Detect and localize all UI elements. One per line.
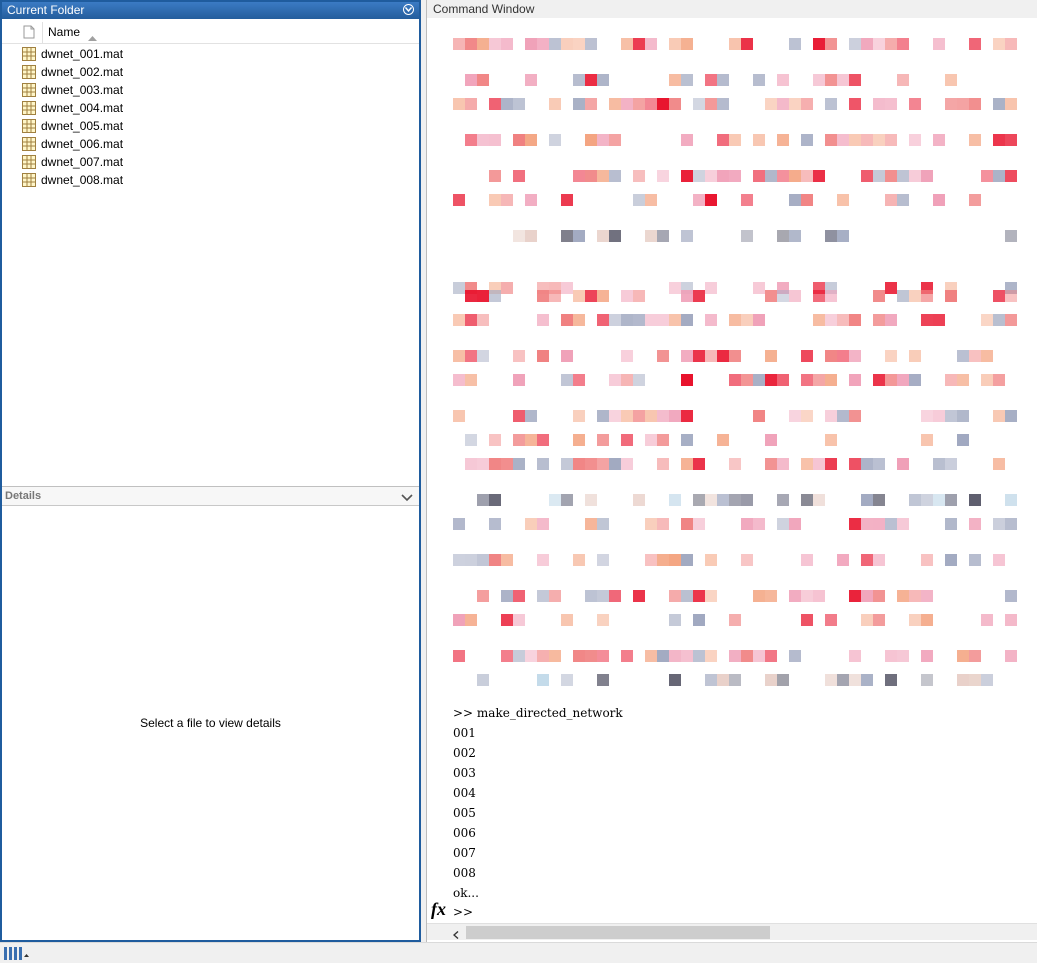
file-name: dwnet_007.mat — [41, 155, 124, 169]
current-folder-panel: Current Folder Name dwnet_001.mat dwnet_0… — [0, 0, 421, 942]
mat-file-icon — [22, 65, 36, 79]
mat-file-icon — [22, 47, 36, 61]
horizontal-scrollbar[interactable] — [427, 923, 1037, 940]
file-row[interactable]: dwnet_001.mat — [2, 46, 419, 64]
circle-chevron-down-icon[interactable] — [403, 4, 414, 15]
file-type-column-icon — [23, 25, 35, 42]
file-name: dwnet_006.mat — [41, 137, 124, 151]
file-row[interactable]: dwnet_006.mat — [2, 136, 419, 154]
function-browser-icon[interactable]: fx — [431, 900, 446, 918]
mat-file-icon — [22, 155, 36, 169]
layout-icon[interactable] — [4, 947, 30, 963]
pixelated-output-image — [453, 38, 1017, 686]
details-header[interactable]: Details — [2, 486, 419, 506]
chevron-down-icon[interactable] — [401, 491, 413, 505]
output-line: 002 — [453, 746, 476, 760]
command-window-header: Command Window — [427, 0, 1037, 18]
current-folder-header: Current Folder — [2, 2, 419, 19]
mat-file-icon — [22, 101, 36, 115]
file-row[interactable]: dwnet_007.mat — [2, 154, 419, 172]
status-bar — [0, 942, 1037, 963]
file-name: dwnet_004.mat — [41, 101, 124, 115]
scroll-left-arrow-icon[interactable] — [452, 928, 459, 942]
output-line: 001 — [453, 726, 476, 740]
output-line: 004 — [453, 786, 476, 800]
file-row[interactable]: dwnet_002.mat — [2, 64, 419, 82]
command-window-panel: Command Window >> make_directed_network … — [426, 0, 1037, 942]
file-list: dwnet_001.mat dwnet_002.mat dwnet_003.matd… — [2, 46, 419, 190]
details-title: Details — [5, 490, 42, 502]
file-name: dwnet_005.mat — [41, 119, 124, 133]
mat-file-icon — [22, 173, 36, 187]
file-row[interactable]: dwnet_008.mat — [2, 172, 419, 190]
output-line: 008 — [453, 866, 476, 880]
command-prompt[interactable]: >> — [453, 905, 473, 919]
output-line: ok... — [453, 886, 479, 900]
mat-file-icon — [22, 137, 36, 151]
sort-ascending-icon — [88, 30, 97, 44]
mat-file-icon — [22, 83, 36, 97]
file-row[interactable]: dwnet_005.mat — [2, 118, 419, 136]
column-separator[interactable] — [42, 22, 43, 43]
file-name: dwnet_003.mat — [41, 83, 124, 97]
file-list-column-header[interactable]: Name — [2, 22, 419, 44]
file-name: dwnet_008.mat — [41, 173, 124, 187]
current-folder-title: Current Folder — [7, 3, 85, 17]
scrollbar-thumb[interactable] — [466, 926, 770, 939]
mat-file-icon — [22, 119, 36, 133]
file-name: dwnet_002.mat — [41, 65, 124, 79]
file-row[interactable]: dwnet_003.mat — [2, 82, 419, 100]
output-line: 003 — [453, 766, 476, 780]
name-column-header[interactable]: Name — [48, 25, 80, 40]
command-line: >> make_directed_network — [453, 706, 623, 720]
details-empty-message: Select a file to view details — [140, 716, 281, 730]
file-row[interactable]: dwnet_004.mat — [2, 100, 419, 118]
command-window-title: Command Window — [433, 2, 535, 16]
output-line: 005 — [453, 806, 476, 820]
file-name: dwnet_001.mat — [41, 47, 124, 61]
output-line: 007 — [453, 846, 476, 860]
output-line: 006 — [453, 826, 476, 840]
command-window-output[interactable]: >> make_directed_network 001 002 003 004 005… — [427, 20, 1037, 900]
